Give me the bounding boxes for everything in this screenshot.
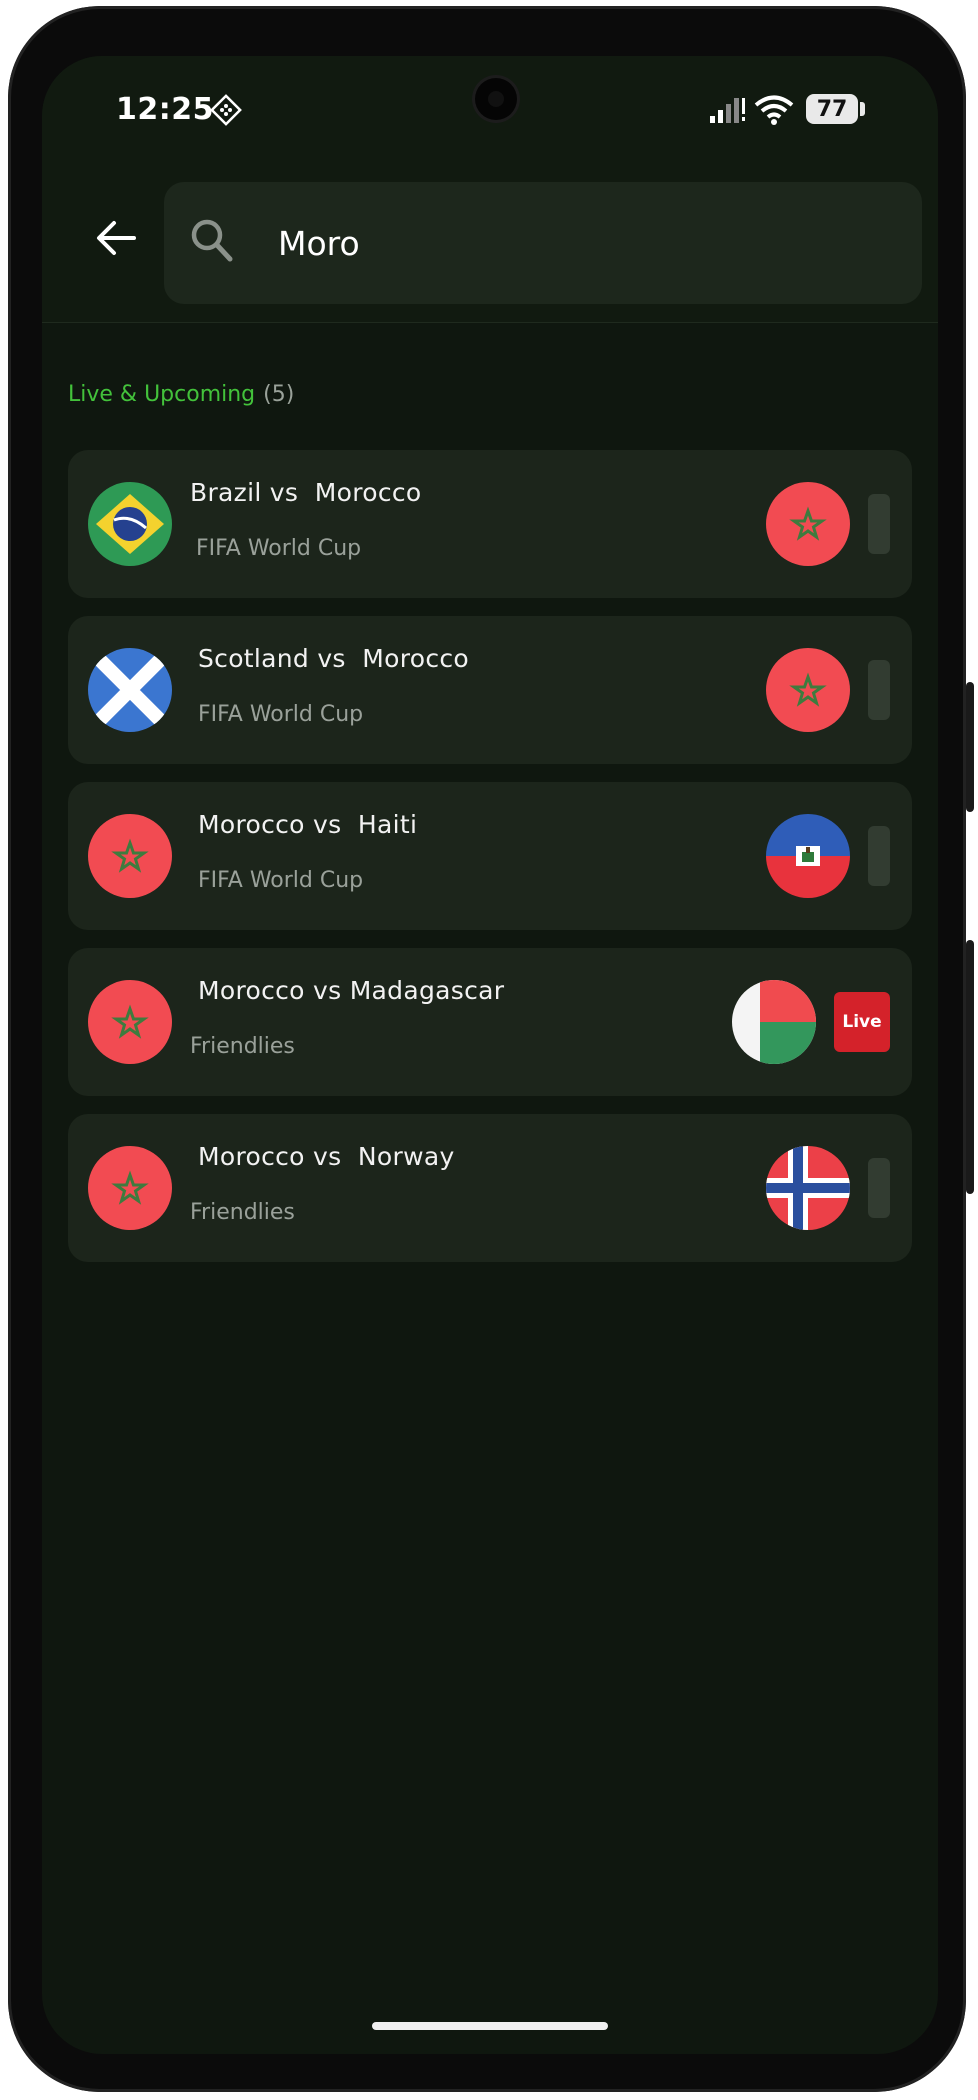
match-card-morocco-madagascar[interactable]: Morocco vs Madagascar Friendlies Live — [68, 948, 912, 1096]
morocco-flag-icon — [766, 648, 850, 732]
morocco-flag-icon — [766, 482, 850, 566]
norway-flag-icon — [766, 1146, 850, 1230]
competition-label: FIFA World Cup — [198, 868, 364, 893]
match-card-scotland-morocco[interactable]: Scotland vs Morocco FIFA World Cup — [68, 616, 912, 764]
favorite-toggle[interactable] — [868, 494, 890, 554]
morocco-flag-icon — [88, 980, 172, 1064]
scotland-flag-icon — [88, 648, 172, 732]
haiti-flag-icon — [766, 814, 850, 898]
match-card-morocco-haiti[interactable]: Morocco vs Haiti FIFA World Cup — [68, 782, 912, 930]
header-divider — [42, 322, 938, 323]
section-count: (5) — [263, 382, 295, 407]
status-time: 12:25 — [116, 92, 214, 127]
competition-label: Friendlies — [190, 1034, 295, 1059]
wifi-icon — [754, 95, 794, 125]
volume-button — [966, 940, 974, 1194]
match-title: Morocco vs Madagascar — [198, 976, 505, 1005]
back-arrow-icon — [97, 221, 136, 255]
battery-icon: 77 — [806, 94, 858, 124]
competition-label: FIFA World Cup — [196, 536, 362, 561]
match-title: Morocco vs Norway — [198, 1142, 455, 1171]
favorite-toggle[interactable] — [868, 660, 890, 720]
live-badge: Live — [834, 992, 890, 1052]
competition-label: FIFA World Cup — [198, 702, 364, 727]
search-icon — [191, 219, 233, 262]
madagascar-flag-icon — [732, 980, 816, 1064]
back-button[interactable] — [86, 208, 146, 268]
favorite-toggle[interactable] — [868, 1158, 890, 1218]
signal-icon — [710, 98, 745, 123]
home-indicator[interactable] — [372, 2022, 608, 2030]
match-card-brazil-morocco[interactable]: Brazil vs Morocco FIFA World Cup — [68, 450, 912, 598]
section-title: Live & Upcoming (5) — [68, 382, 294, 407]
morocco-flag-icon — [88, 1146, 172, 1230]
morocco-flag-icon — [88, 814, 172, 898]
match-title: Brazil vs Morocco — [190, 478, 422, 507]
power-button — [966, 682, 974, 812]
search-input[interactable] — [276, 210, 880, 276]
match-title: Morocco vs Haiti — [198, 810, 418, 839]
match-card-morocco-norway[interactable]: Morocco vs Norway Friendlies — [68, 1114, 912, 1262]
app-screen: 12:25 77 Moro Live & Upcoming (5) Brazil… — [42, 56, 938, 2054]
brazil-flag-icon — [88, 482, 172, 566]
battery-tip — [860, 102, 865, 116]
search-box[interactable] — [164, 182, 922, 304]
section-title-label: Live & Upcoming — [68, 382, 256, 407]
front-camera — [475, 78, 517, 120]
favorite-toggle[interactable] — [868, 826, 890, 886]
app-notification-icon — [210, 94, 242, 126]
match-title: Scotland vs Morocco — [198, 644, 470, 673]
phone-frame: 12:25 77 Moro Live & Upcoming (5) Brazil… — [8, 6, 974, 2092]
competition-label: Friendlies — [190, 1200, 295, 1225]
